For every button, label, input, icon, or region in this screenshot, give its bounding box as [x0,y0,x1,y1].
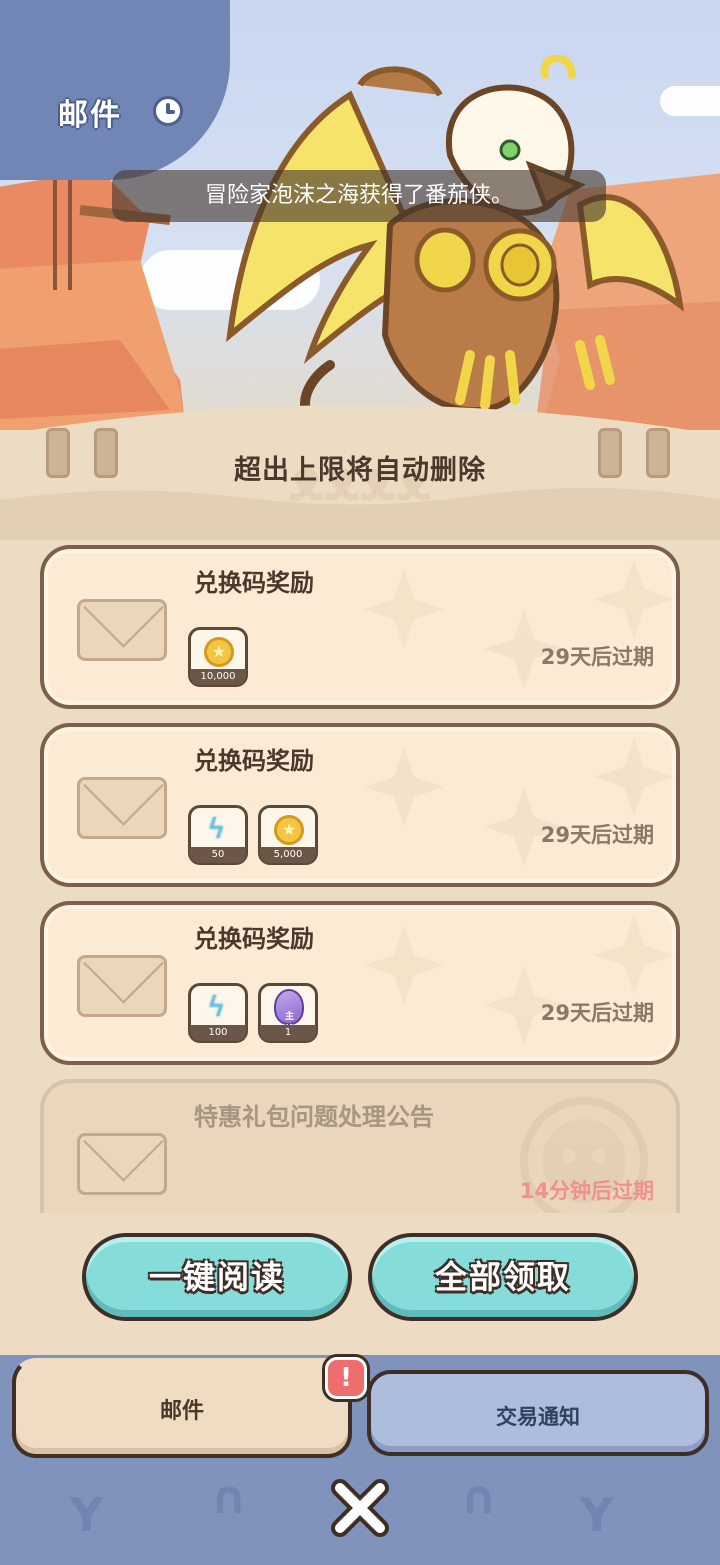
tab-trade-label: 交易通知 [496,1405,580,1429]
coin-icon: ★ [204,637,234,667]
envelope-icon [77,955,167,1017]
mail-title: 兑换码奖励 [194,747,314,775]
mail-item[interactable]: 兑换码奖励 ★ 10,000 29天后过期 [40,545,680,709]
mail-limit-hint: 超出上限将自动删除 [234,455,486,486]
reward-item[interactable]: ϟ 50 [188,805,248,865]
announcement-text: 冒险家泡沫之海获得了番茄侠。 [204,183,513,208]
reward-quantity: 100 [190,1025,246,1041]
paw-decoration-icon: ∩ [210,1470,248,1524]
coin-icon: ★ [274,815,304,845]
envelope-icon [77,599,167,661]
reward-quantity: 50 [190,847,246,863]
reward-quantity: 5,000 [260,847,316,863]
envelope-icon [77,1133,167,1195]
reward-quantity: 1 [260,1025,316,1041]
read-all-button[interactable]: 一键阅读 [82,1233,352,1321]
paw-decoration-icon: Y [70,1488,104,1542]
mail-title: 兑换码奖励 [194,925,314,953]
mail-expire: 29天后过期 [540,645,654,669]
claim-all-button[interactable]: 全部领取 [368,1233,638,1321]
mail-list[interactable]: 兑换码奖励 ★ 10,000 29天后过期 兑换码奖励 ϟ 50 ★ 5,000… [40,545,680,1213]
mail-expire: 29天后过期 [540,823,654,847]
star-pattern [364,559,674,689]
energy-bolt-icon: ϟ [207,812,226,845]
tab-mail[interactable]: 邮件 [12,1358,352,1458]
reward-item[interactable]: 主线 1 [258,983,318,1043]
reward-item[interactable]: ϟ 100 [188,983,248,1043]
tab-mail-label: 邮件 [159,1399,204,1424]
envelope-icon [77,777,167,839]
page-title: 邮件 [58,98,122,133]
reward-item[interactable]: ★ 10,000 [188,627,248,687]
star-pattern [364,915,674,1045]
tab-trade-notice[interactable]: 交易通知 [367,1370,709,1456]
paw-decoration-icon: ∩ [460,1470,498,1524]
claim-all-label: 全部领取 [434,1258,571,1296]
clock-icon[interactable] [153,96,183,126]
mail-item[interactable]: 兑换码奖励 ϟ 100 主线 1 29天后过期 [40,901,680,1065]
mail-item[interactable]: 特惠礼包问题处理公告 14分钟后过期 [40,1079,680,1213]
mail-title: 兑换码奖励 [194,569,314,597]
egg-icon: 主线 [274,989,304,1035]
announcement-banner: 冒险家泡沫之海获得了番茄侠。 [112,170,606,222]
alert-badge-icon: ! [325,1357,367,1399]
reward-item[interactable]: ★ 5,000 [258,805,318,865]
close-icon[interactable] [330,1478,390,1538]
mail-title: 特惠礼包问题处理公告 [194,1103,434,1131]
star-pattern [364,737,674,867]
mail-expire: 14分钟后过期 [519,1179,654,1203]
energy-bolt-icon: ϟ [207,990,226,1023]
reward-quantity: 10,000 [190,669,246,685]
read-all-label: 一键阅读 [148,1258,285,1296]
mail-item[interactable]: 兑换码奖励 ϟ 50 ★ 5,000 29天后过期 [40,723,680,887]
paw-decoration-icon: Y [580,1488,614,1542]
mail-expire: 29天后过期 [540,1001,654,1025]
hero-scene [0,0,720,470]
